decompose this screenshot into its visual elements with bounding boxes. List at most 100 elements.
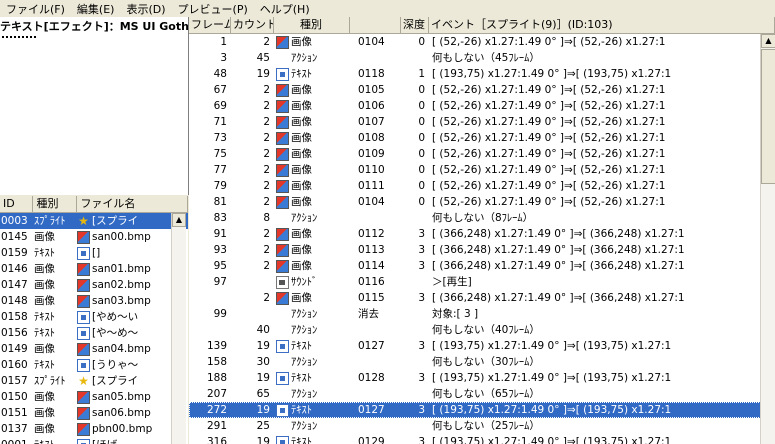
depth-cell: 3 <box>418 228 425 240</box>
table-row[interactable]: 73 2 画像 0108 0 [ (52,-26) x1.27:1.49 0° ]⇒[ (… <box>189 130 775 146</box>
extra-cell: 0111 <box>358 180 385 192</box>
table-row[interactable]: 95 2 画像 0114 3 [ (366,248) x1.27:1.49 0° ]⇒[ … <box>189 258 775 274</box>
resource-filename: san06.bmp <box>92 407 151 419</box>
table-row[interactable]: 71 2 画像 0107 0 [ (52,-26) x1.27:1.49 0° ]⇒[ (… <box>189 114 775 130</box>
depth-cell: 3 <box>418 292 425 304</box>
table-row[interactable]: 2 画像 0115 3 [ (366,248) x1.27:1.49 0° ]⇒[ (3… <box>189 290 775 306</box>
table-row[interactable]: 291 25 ｱｸｼｮﾝ 何もしない（25ﾌﾚｰﾑ） <box>189 418 775 434</box>
list-item[interactable]: 0137 画像 pbn00.bmp <box>0 421 188 437</box>
table-row[interactable]: 97 ｻｳﾝﾄﾞ 0116 ＞[再生] <box>189 274 775 290</box>
table-row[interactable]: 272 19 ﾃｷｽﾄ 0127 3 [ (193,75) x1.27:1.49 0° ]… <box>189 402 775 418</box>
event-table-scrollbar[interactable]: ▲ <box>760 34 775 444</box>
extra-cell: 0114 <box>358 260 385 272</box>
table-row[interactable]: 158 30 ｱｸｼｮﾝ 何もしない（30ﾌﾚｰﾑ） <box>189 354 775 370</box>
kind-label: 画像 <box>291 36 312 48</box>
list-item[interactable]: 0150 画像 san05.bmp <box>0 389 188 405</box>
col-header-depth[interactable]: 深度 <box>401 17 429 33</box>
table-row[interactable]: 81 2 画像 0104 0 [ (52,-26) x1.27:1.49 0° ]⇒[ (… <box>189 194 775 210</box>
resource-list-scrollbar[interactable]: ▲ <box>171 213 186 444</box>
list-item[interactable]: 0145 画像 san00.bmp <box>0 229 188 245</box>
list-item[interactable]: 0156 ﾃｷｽﾄ [や〜め〜 <box>0 325 188 341</box>
table-row[interactable]: 1 2 画像 0104 0 [ (52,-26) x1.27:1.49 0° ]⇒[ (5… <box>189 34 775 50</box>
table-row[interactable]: 3 45 ｱｸｼｮﾝ 何もしない（45ﾌﾚｰﾑ） <box>189 50 775 66</box>
menu-bar: ファイル(F) 編集(E) 表示(D) プレビュー(P) ヘルプ(H) <box>0 0 775 17</box>
effect-title: テキスト[エフェクト]：MS UI Gothic <box>0 20 188 33</box>
col-header-filename[interactable]: ファイル名 <box>77 196 188 212</box>
menu-edit[interactable]: 編集(E) <box>71 1 121 17</box>
list-item[interactable]: 0158 ﾃｷｽﾄ [やめ〜い <box>0 309 188 325</box>
menu-view[interactable]: 表示(D) <box>120 1 171 17</box>
list-item[interactable]: 0001ﾃｷｽﾄ [ほげ <box>0 437 188 444</box>
list-item[interactable]: 0151 画像 san06.bmp <box>0 405 188 421</box>
extra-cell: 0105 <box>358 84 385 96</box>
depth-cell: 3 <box>418 404 425 416</box>
kind-label: 画像 <box>291 260 312 272</box>
resource-file: san01.bmp <box>77 261 173 277</box>
table-row[interactable]: 139 19 ﾃｷｽﾄ 0127 3 [ (193,75) x1.27:1.49 0° ]… <box>189 338 775 354</box>
resource-type: 画像 <box>34 295 55 307</box>
col-header-kind[interactable]: 種別 <box>274 17 350 33</box>
kind-label: 画像 <box>291 244 312 256</box>
table-row[interactable]: 91 2 画像 0112 3 [ (366,248) x1.27:1.49 0° ]⇒[ … <box>189 226 775 242</box>
table-row[interactable]: 48 19 ﾃｷｽﾄ 0118 1 [ (193,75) x1.27:1.49 0° ]⇒… <box>189 66 775 82</box>
table-row[interactable]: 75 2 画像 0109 0 [ (52,-26) x1.27:1.49 0° ]⇒[ (… <box>189 146 775 162</box>
frame-cell: 139 <box>206 340 227 352</box>
menu-preview[interactable]: プレビュー(P) <box>172 1 254 17</box>
scroll-up-button[interactable]: ▲ <box>172 213 186 227</box>
table-row[interactable]: 69 2 画像 0106 0 [ (52,-26) x1.27:1.49 0° ]⇒[ (… <box>189 98 775 114</box>
kind-cell: 画像 <box>274 258 350 274</box>
col-header-count[interactable]: カウント <box>231 17 274 33</box>
depth-cell <box>401 306 429 322</box>
resource-type: ﾃｷｽﾄ <box>34 311 55 323</box>
table-row[interactable]: 99 ｱｸｼｮﾝ 消去 対象:[ 3 ] <box>189 306 775 322</box>
list-item[interactable]: 0146 画像 san01.bmp <box>0 261 188 277</box>
col-header-extra[interactable] <box>350 17 401 33</box>
table-row[interactable]: 79 2 画像 0111 0 [ (52,-26) x1.27:1.49 0° ]⇒[ (… <box>189 178 775 194</box>
table-row[interactable]: 83 8 ｱｸｼｮﾝ 何もしない（8ﾌﾚｰﾑ） <box>189 210 775 226</box>
frame-cell: 71 <box>213 116 227 128</box>
col-header-event[interactable]: イベント［スプライト(9)］(ID:103) <box>429 17 775 33</box>
list-item[interactable]: 0159 ﾃｷｽﾄ [] <box>0 245 188 261</box>
count-cell: 2 <box>263 180 270 192</box>
menu-help[interactable]: ヘルプ(H) <box>254 1 316 17</box>
frame-cell: 3 <box>220 52 227 64</box>
list-item[interactable]: 0149 画像 san04.bmp <box>0 341 188 357</box>
list-item[interactable]: 0003 ｽﾌﾟﾗｲﾄ ★ [スプライ <box>0 213 188 229</box>
scroll-up-button[interactable]: ▲ <box>761 34 775 48</box>
list-item[interactable]: 0157 ｽﾌﾟﾗｲﾄ ★ [スプライ <box>0 373 188 389</box>
image-icon <box>276 147 289 161</box>
event-cell: [ (366,248) x1.27:1.49 0° ]⇒[ (366,248) … <box>432 228 685 240</box>
table-row[interactable]: 316 19 ﾃｷｽﾄ 0129 3 [ (193,75) x1.27:1.49 0° ]… <box>189 434 775 444</box>
kind-label: 画像 <box>291 148 312 160</box>
count-cell: 2 <box>263 84 270 96</box>
frame-cell: 48 <box>213 68 227 80</box>
table-row[interactable]: 188 19 ﾃｷｽﾄ 0128 3 [ (193,75) x1.27:1.49 0° ]… <box>189 370 775 386</box>
scroll-thumb[interactable] <box>761 49 775 184</box>
menu-file[interactable]: ファイル(F) <box>0 1 71 17</box>
resource-filename: [や〜め〜 <box>92 327 139 339</box>
kind-cell: 画像 <box>274 114 350 130</box>
kind-label: 画像 <box>291 292 312 304</box>
event-cell: [ (193,75) x1.27:1.49 0° ]⇒[ (193,75) x1… <box>432 68 672 80</box>
text-icon <box>276 435 289 444</box>
image-icon <box>276 291 289 305</box>
event-table-header: フレーム カウント 種別 深度 イベント［スプライト(9)］(ID:103) <box>189 17 775 34</box>
kind-label: 画像 <box>291 100 312 112</box>
table-row[interactable]: 77 2 画像 0110 0 [ (52,-26) x1.27:1.49 0° ]⇒[ (… <box>189 162 775 178</box>
frame-cell: 69 <box>213 100 227 112</box>
list-item[interactable]: 0147 画像 san02.bmp <box>0 277 188 293</box>
col-header-frame[interactable]: フレーム <box>189 17 231 33</box>
col-header-type[interactable]: 種別 <box>33 196 78 212</box>
col-header-id[interactable]: ID <box>0 196 34 212</box>
text-icon <box>77 358 90 372</box>
table-row[interactable]: 67 2 画像 0105 0 [ (52,-26) x1.27:1.49 0° ]⇒[ (… <box>189 82 775 98</box>
count-cell: 8 <box>263 212 270 224</box>
table-row[interactable]: 207 65 ｱｸｼｮﾝ 何もしない（65ﾌﾚｰﾑ） <box>189 386 775 402</box>
kind-cell: ｱｸｼｮﾝ <box>274 354 350 370</box>
image-icon <box>276 83 289 97</box>
table-row[interactable]: 40 ｱｸｼｮﾝ 何もしない（40ﾌﾚｰﾑ） <box>189 322 775 338</box>
frame-cell: 291 <box>206 420 227 432</box>
table-row[interactable]: 93 2 画像 0113 3 [ (366,248) x1.27:1.49 0° ]⇒[ … <box>189 242 775 258</box>
list-item[interactable]: 0160 ﾃｷｽﾄ [うりゃ〜 <box>0 357 188 373</box>
list-item[interactable]: 0148 画像 san03.bmp <box>0 293 188 309</box>
